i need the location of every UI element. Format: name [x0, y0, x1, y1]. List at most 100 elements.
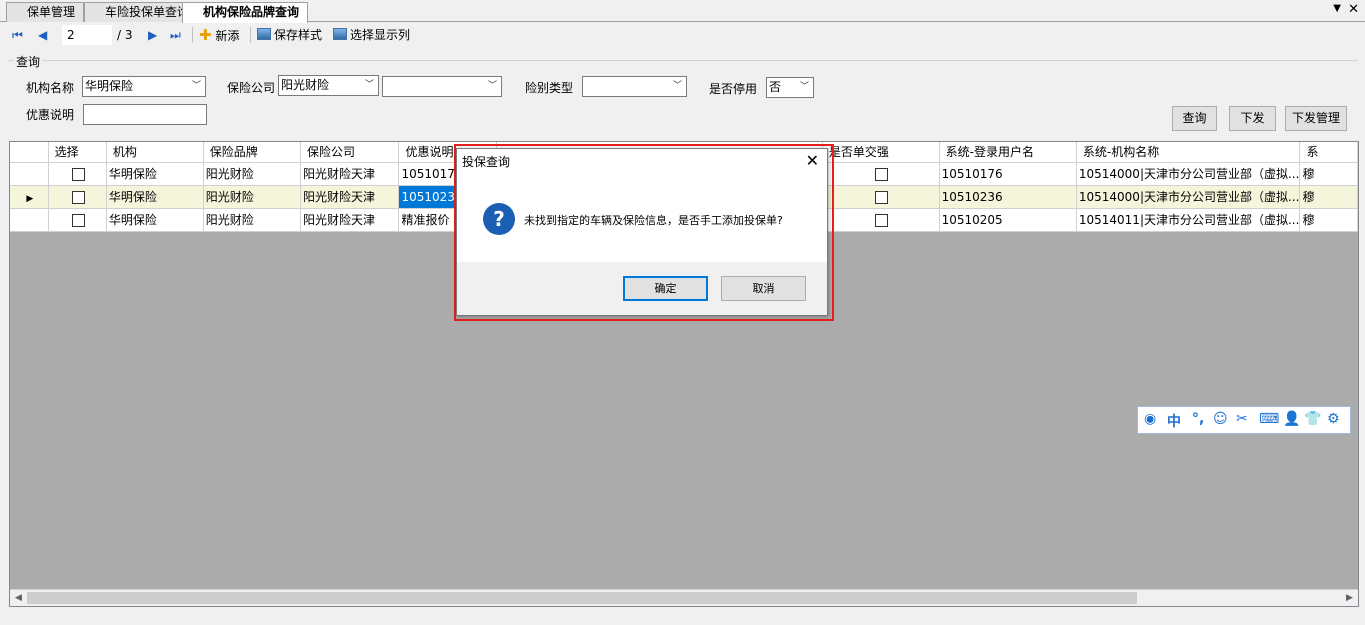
ime-punctuation-icon[interactable]: °,	[1192, 411, 1204, 427]
col-header-brand[interactable]: 保险品牌	[203, 142, 302, 163]
col-header-extra[interactable]: 系	[1299, 142, 1358, 163]
org-cell[interactable]: 华明保险	[106, 162, 204, 186]
extra-cell[interactable]: 穆	[1299, 162, 1358, 186]
company-cell[interactable]: 阳光财险天津	[300, 162, 400, 186]
insurer-label: 保险公司	[227, 81, 276, 95]
query-group-title: 查询	[14, 53, 43, 70]
select-columns-button[interactable]: 选择显示列	[333, 26, 410, 44]
scroll-left-icon[interactable]: ◀	[10, 590, 27, 606]
scrollbar-thumb[interactable]	[27, 592, 1137, 604]
single-compulsory-checkbox[interactable]	[875, 213, 889, 227]
new-label: 新添	[215, 29, 240, 43]
ime-mode-toggle[interactable]: 中	[1167, 411, 1181, 431]
insurer-value: 阳光财险	[281, 78, 330, 92]
brand-cell[interactable]: 阳光财险	[203, 208, 302, 232]
page-number-input[interactable]	[62, 25, 112, 45]
login-user-cell[interactable]: 10510176	[939, 162, 1077, 186]
issue-management-button[interactable]: 下发管理	[1285, 106, 1347, 131]
ime-toolbar[interactable]: ◉ 中 °, ☺ ✂ ⌨ 👤 👕 ⚙	[1137, 406, 1351, 434]
chevron-down-icon: ﹀	[487, 81, 497, 91]
col-header-org-name[interactable]: 系统-机构名称	[1076, 142, 1301, 163]
ime-user-icon[interactable]: 👤	[1283, 411, 1300, 427]
prev-page-icon[interactable]: ◀	[38, 26, 47, 44]
query-group: 查询	[8, 53, 1358, 136]
company-cell[interactable]: 阳光财险天津	[300, 185, 400, 209]
next-page-icon[interactable]: ▶	[148, 26, 157, 44]
insurer-combo[interactable]: 阳光财险 ﹀	[278, 75, 379, 96]
company-cell[interactable]: 阳光财险天津	[300, 208, 400, 232]
single-compulsory-cell[interactable]	[822, 208, 940, 232]
issue-button[interactable]: 下发	[1229, 106, 1276, 131]
risk-type-combo[interactable]: ﹀	[582, 76, 687, 97]
org-name-cell[interactable]: 10514000|天津市分公司营业部（虚拟...	[1076, 162, 1301, 186]
ime-scissors-icon[interactable]: ✂	[1236, 411, 1248, 427]
close-icon[interactable]: ✕	[806, 151, 819, 170]
disabled-combo[interactable]: 否 ﹀	[766, 77, 814, 98]
extra-cell[interactable]: 穆	[1299, 185, 1358, 209]
tab-policy-management[interactable]: 保单管理	[6, 2, 85, 22]
row-checkbox[interactable]	[71, 167, 85, 181]
select-cell[interactable]	[48, 208, 107, 232]
select-columns-label: 选择显示列	[350, 28, 411, 42]
row-header[interactable]	[10, 162, 49, 186]
select-cell[interactable]	[48, 185, 107, 209]
ime-skin-icon[interactable]: 👕	[1304, 411, 1321, 427]
row-checkbox[interactable]	[71, 213, 85, 227]
ime-emoji-icon[interactable]: ☺	[1213, 411, 1228, 427]
col-header-login-user[interactable]: 系统-登录用户名	[939, 142, 1077, 163]
extra-cell[interactable]: 穆	[1299, 208, 1358, 232]
col-header-org[interactable]: 机构	[106, 142, 204, 163]
chevron-down-icon: ﹀	[672, 81, 682, 91]
first-page-icon[interactable]: ⏮	[12, 26, 23, 44]
org-name-combo[interactable]: 华明保险 ﹀	[82, 76, 206, 97]
org-name-cell[interactable]: 10514011|天津市分公司营业部（虚拟...	[1076, 208, 1301, 232]
select-cell[interactable]	[48, 162, 107, 186]
tab-bar: 保单管理 车险投保单查询 机构保险品牌查询 ▼ ✕	[0, 0, 1365, 23]
col-header-company[interactable]: 保险公司	[300, 142, 400, 163]
single-compulsory-checkbox[interactable]	[875, 167, 889, 181]
login-user-cell[interactable]: 10510205	[939, 208, 1077, 232]
search-button[interactable]: 查询	[1172, 106, 1217, 131]
discount-input[interactable]	[83, 104, 207, 125]
dialog-title: 投保查询	[462, 155, 511, 169]
picture-icon	[257, 28, 271, 40]
insurer-sub-combo[interactable]: ﹀	[382, 76, 502, 97]
cancel-button[interactable]: 取消	[721, 276, 806, 301]
tab-org-brand-query[interactable]: 机构保险品牌查询	[182, 2, 309, 23]
ime-keyboard-icon[interactable]: ⌨	[1259, 411, 1279, 427]
org-name-label: 机构名称	[26, 81, 75, 95]
ime-settings-icon[interactable]: ⚙	[1327, 411, 1340, 427]
login-user-cell[interactable]: 10510236	[939, 185, 1077, 209]
single-compulsory-cell[interactable]	[822, 185, 940, 209]
save-style-button[interactable]: 保存样式	[257, 26, 322, 44]
org-cell[interactable]: 华明保险	[106, 185, 204, 209]
row-checkbox[interactable]	[71, 190, 85, 204]
row-header-corner	[10, 142, 49, 163]
single-compulsory-cell[interactable]	[822, 162, 940, 186]
single-compulsory-checkbox[interactable]	[875, 190, 889, 204]
brand-cell[interactable]: 阳光财险	[203, 185, 302, 209]
horizontal-scrollbar[interactable]: ◀ ▶	[10, 589, 1358, 606]
last-page-icon[interactable]: ⏭	[170, 26, 181, 44]
tab-label: 机构保险品牌查询	[203, 5, 300, 19]
tab-auto-policy-query[interactable]: 车险投保单查询	[84, 2, 199, 22]
col-header-select[interactable]: 选择	[48, 142, 107, 163]
org-name-cell[interactable]: 10514000|天津市分公司营业部（虚拟...	[1076, 185, 1301, 209]
disabled-value: 否	[769, 80, 782, 94]
ok-button[interactable]: 确定	[623, 276, 708, 301]
tab-close-icon[interactable]: ✕	[1348, 2, 1359, 17]
col-header-single-compulsory[interactable]: 是否单交强	[822, 142, 940, 163]
tab-list-dropdown-icon[interactable]: ▼	[1333, 3, 1341, 14]
question-icon: ?	[483, 203, 515, 235]
org-cell[interactable]: 华明保险	[106, 208, 204, 232]
scroll-right-icon[interactable]: ▶	[1341, 590, 1358, 606]
chevron-down-icon: ﹀	[799, 82, 809, 92]
row-header[interactable]: ▶	[10, 185, 49, 209]
brand-cell[interactable]: 阳光财险	[203, 162, 302, 186]
ime-logo-icon[interactable]: ◉	[1144, 411, 1156, 427]
risk-type-label: 险别类型	[525, 81, 574, 95]
row-header[interactable]	[10, 208, 49, 232]
new-button[interactable]: ✚ 新添	[199, 26, 239, 44]
picture-icon	[333, 28, 347, 40]
tab-label: 车险投保单查询	[105, 5, 190, 19]
